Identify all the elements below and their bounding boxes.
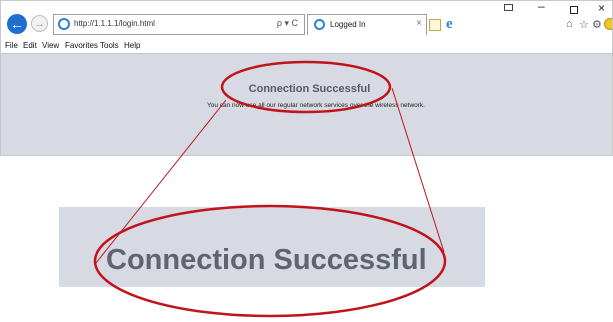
address-url[interactable]: http://1.1.1.1/login.html (74, 19, 155, 28)
back-button[interactable]: ← (7, 14, 27, 34)
menu-tools[interactable]: Tools (100, 41, 119, 50)
page-content: Connection Successful You can now use al… (1, 53, 612, 155)
tab-logged-in[interactable]: Logged In × (307, 14, 427, 35)
home-icon[interactable]: ⌂ (566, 18, 573, 30)
star-icon[interactable]: ☆ (579, 18, 589, 31)
browser-window: ← → http://1.1.1.1/login.html ρ ▾ C Logg… (0, 0, 613, 156)
window-restore-icon[interactable] (504, 4, 513, 11)
smile-icon[interactable] (604, 18, 612, 30)
ie-page-icon (58, 18, 70, 30)
minimize-icon[interactable]: – (538, 1, 545, 13)
menu-view[interactable]: View (42, 41, 59, 50)
menu-file[interactable]: File (5, 41, 18, 50)
forward-button[interactable]: → (31, 15, 48, 32)
browser-titlebar: ← → http://1.1.1.1/login.html ρ ▾ C Logg… (1, 1, 612, 39)
success-message: You can now use all our regular network … (207, 102, 425, 109)
search-refresh-controls[interactable]: ρ ▾ C (277, 18, 298, 29)
zoomed-heading-panel: Connection Successful (59, 207, 485, 287)
new-tab-icon[interactable] (429, 19, 441, 31)
menu-bar: File Edit View Favorites Tools Help (1, 39, 612, 53)
page-title: Connection Successful (248, 83, 371, 95)
zoomed-title: Connection Successful (106, 244, 427, 276)
tab-close-icon[interactable]: × (416, 18, 422, 29)
ie-logo-icon: e (446, 16, 453, 32)
maximize-icon[interactable] (570, 6, 578, 14)
address-bar[interactable]: http://1.1.1.1/login.html ρ ▾ C (53, 14, 305, 35)
gear-icon[interactable]: ⚙ (592, 18, 602, 31)
menu-help[interactable]: Help (124, 41, 140, 50)
menu-favorites[interactable]: Favorites (65, 41, 98, 50)
tab-title: Logged In (330, 20, 366, 29)
close-icon[interactable]: × (598, 1, 605, 15)
ie-tab-icon (314, 19, 325, 30)
menu-edit[interactable]: Edit (23, 41, 37, 50)
